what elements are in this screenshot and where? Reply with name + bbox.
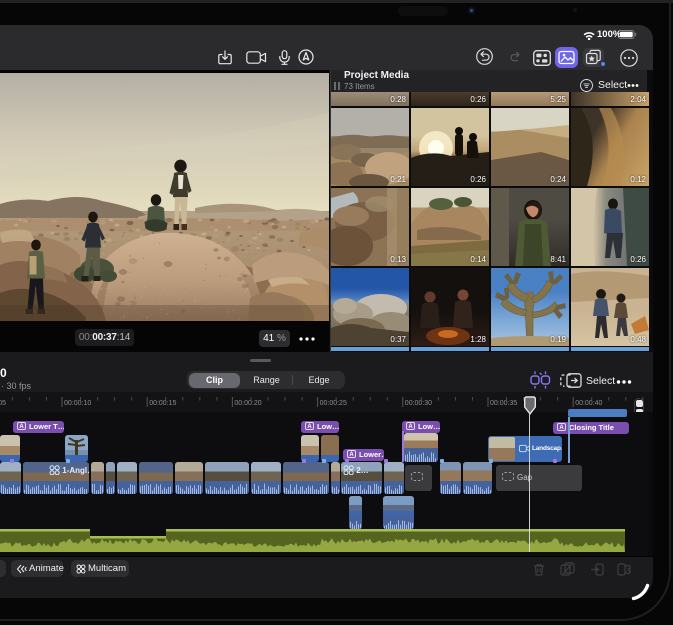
svg-text:00:00:40: 00:00:40 bbox=[575, 400, 602, 407]
svg-text:00:00:20: 00:00:20 bbox=[234, 400, 261, 407]
svg-text:00:00:25: 00:00:25 bbox=[320, 400, 347, 407]
svg-text:00:00:30: 00:00:30 bbox=[405, 400, 432, 407]
svg-text:00:00:10: 00:00:10 bbox=[64, 400, 91, 407]
svg-text:00:00:05: 00:00:05 bbox=[0, 400, 6, 407]
svg-text:00:00:35: 00:00:35 bbox=[490, 400, 517, 407]
svg-text:00:00:15: 00:00:15 bbox=[149, 400, 176, 407]
